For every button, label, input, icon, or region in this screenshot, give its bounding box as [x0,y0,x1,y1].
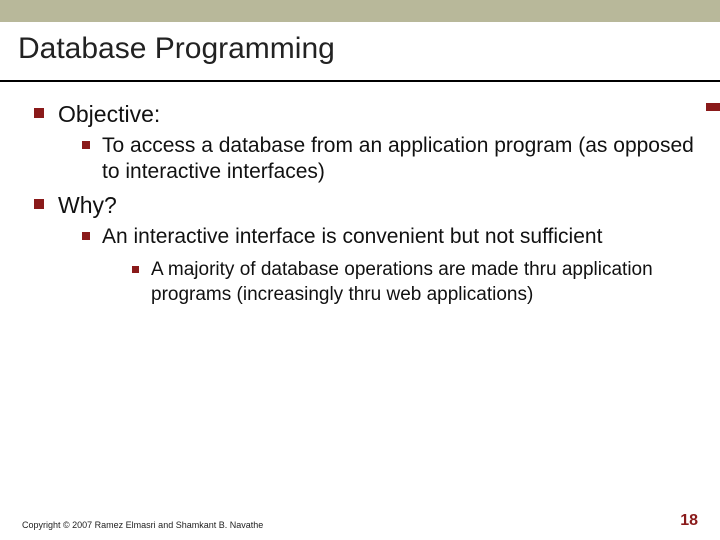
square-bullet-icon [34,199,44,209]
bullet-text: Why? [58,191,698,220]
page-number: 18 [680,512,698,530]
bullet-level2: To access a database from an application… [82,133,698,186]
bullet-text: An interactive interface is convenient b… [102,224,698,250]
square-bullet-icon [132,266,139,273]
bullet-text: A majority of database operations are ma… [151,258,698,307]
accent-bar [706,103,720,111]
square-bullet-icon [82,232,90,240]
bullet-text: Objective: [58,100,698,129]
title-area: Database Programming [0,22,720,82]
bullet-level3: A majority of database operations are ma… [132,258,698,307]
square-bullet-icon [82,141,90,149]
slide-footer: Copyright © 2007 Ramez Elmasri and Shamk… [0,512,720,530]
slide-content: Objective: To access a database from an … [0,82,720,308]
bullet-level2: An interactive interface is convenient b… [82,224,698,250]
copyright-text: Copyright © 2007 Ramez Elmasri and Shamk… [22,520,263,530]
bullet-level1: Why? [34,191,698,220]
bullet-text: To access a database from an application… [102,133,698,186]
top-color-band [0,0,720,22]
slide-title: Database Programming [18,32,702,66]
bullet-level1: Objective: [34,100,698,129]
square-bullet-icon [34,108,44,118]
